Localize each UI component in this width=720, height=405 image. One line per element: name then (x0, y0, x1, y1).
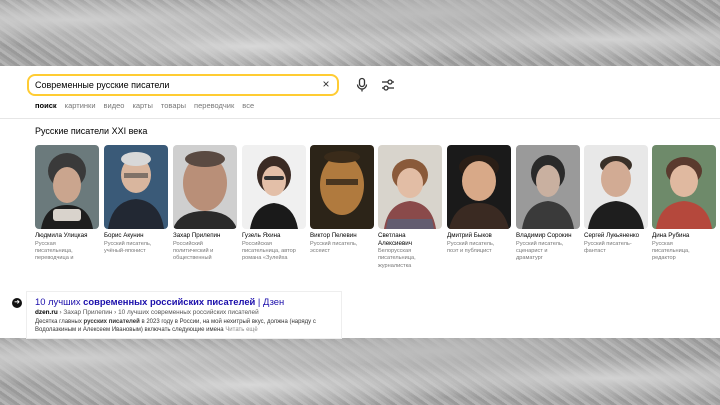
person-card[interactable]: Светлана Алексиевич Белорусская писатель… (378, 145, 442, 275)
result-title-plain: 10 лучших (35, 296, 84, 307)
writers-carousel: Людмила Улицкая Русская писательница, пе… (35, 145, 720, 275)
person-photo (516, 145, 580, 229)
person-card[interactable]: Гузель Яхина Российская писательница, ав… (242, 145, 306, 275)
tab-maps[interactable]: карты (132, 101, 152, 113)
tab-search[interactable]: поиск (35, 101, 57, 113)
person-card[interactable]: Владимир Сорокин Русский писатель, сцена… (516, 145, 580, 275)
person-description: Русский писатель, сценарист и драматург (516, 240, 564, 262)
person-card[interactable]: Дмитрий Быков Русский писатель, поэт и п… (447, 145, 511, 275)
person-card[interactable]: Дина Рубина Русская писательница, редакт… (652, 145, 716, 275)
read-more-link[interactable]: Читать ещё (225, 327, 257, 333)
tab-all[interactable]: все (242, 101, 254, 113)
tabs-divider (0, 118, 720, 119)
person-name: Светлана Алексиевич (378, 232, 412, 247)
search-settings-icon[interactable] (379, 76, 397, 94)
person-description: Русская писательница, редактор (652, 240, 690, 262)
snippet-highlight: русских писателей (83, 319, 140, 325)
person-description: Русский писатель, учёный-японист (104, 240, 152, 254)
background-texture-bottom (0, 338, 720, 405)
result-title-bold: современных российских писателей (83, 296, 256, 307)
person-photo (447, 145, 511, 229)
microphone-icon[interactable] (353, 76, 371, 94)
person-name: Виктор Пелевин (310, 232, 357, 239)
person-name: Владимир Сорокин (516, 232, 572, 239)
person-description: Русский писатель, поэт и публицист (447, 240, 495, 254)
person-card[interactable]: Людмила Улицкая Русская писательница, пе… (35, 145, 99, 275)
person-description: Российский политический и общественный (173, 240, 214, 262)
clear-icon[interactable]: × (319, 77, 333, 91)
person-description: Русский писатель, эссеист (310, 240, 358, 254)
tab-video[interactable]: видео (104, 101, 125, 113)
person-photo (35, 145, 99, 229)
result-snippet: Десятка главных русских писателей в 2023… (35, 318, 335, 334)
search-results-page: × поиск картинки видео карты товары пере… (0, 66, 720, 338)
person-name: Сергей Лукьяненко (584, 232, 640, 239)
tab-products[interactable]: товары (161, 101, 186, 113)
search-box[interactable]: × (27, 74, 339, 96)
person-photo (652, 145, 716, 229)
carousel-title: Русские писатели XXI века (35, 126, 148, 136)
person-description: Русский писатель- фантаст (584, 240, 632, 254)
arrow-right-icon: ➜ (12, 298, 22, 308)
person-name: Борис Акунин (104, 232, 144, 239)
person-photo (584, 145, 648, 229)
person-card[interactable]: Борис Акунин Русский писатель, учёный-яп… (104, 145, 168, 275)
person-description: Российская писательница, автор романа «З… (242, 240, 296, 262)
person-card[interactable]: Сергей Лукьяненко Русский писатель- фант… (584, 145, 648, 275)
person-name: Людмила Улицкая (35, 232, 88, 239)
result-url[interactable]: dzen.ru › Захар Прилепин › 10 лучших сов… (35, 309, 259, 316)
person-card[interactable]: Захар Прилепин Российский политический и… (173, 145, 237, 275)
person-description: Белорусская писательница, журналистка (378, 248, 416, 269)
person-photo (310, 145, 374, 229)
result-url-domain: dzen.ru (35, 309, 58, 316)
result-url-path: › Захар Прилепин › 10 лучших современных… (57, 309, 259, 316)
background-texture-top (0, 0, 720, 66)
person-photo (378, 145, 442, 229)
person-description: Русская писательница, переводчица и (35, 240, 74, 262)
snippet-text: Десятка главных (35, 319, 84, 325)
person-photo (104, 145, 168, 229)
tab-translator[interactable]: переводчик (194, 101, 234, 113)
person-card[interactable]: Виктор Пелевин Русский писатель, эссеист (310, 145, 374, 275)
person-photo (242, 145, 306, 229)
search-tabs: поиск картинки видео карты товары перево… (35, 101, 254, 113)
person-name: Гузель Яхина (242, 232, 281, 239)
person-name: Дина Рубина (652, 232, 690, 239)
person-name: Дмитрий Быков (447, 232, 492, 239)
search-input[interactable] (35, 78, 315, 92)
result-title-link[interactable]: 10 лучших современных российских писател… (35, 296, 284, 307)
person-name: Захар Прилепин (173, 232, 221, 239)
tab-images[interactable]: картинки (65, 101, 96, 113)
result-title-tail: | Дзен (255, 296, 285, 307)
person-photo (173, 145, 237, 229)
